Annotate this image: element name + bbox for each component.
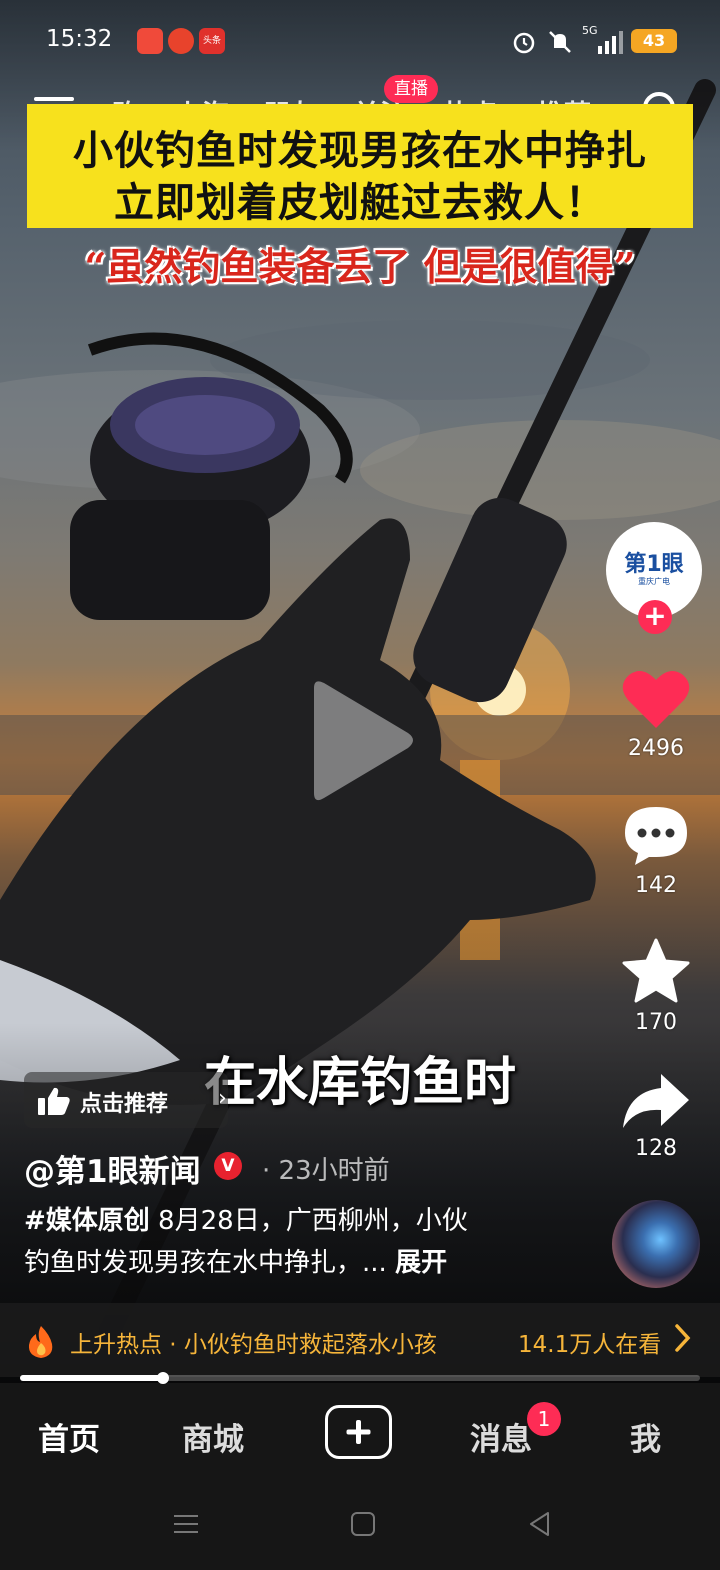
favorite-button[interactable]: 170 (604, 938, 708, 1035)
tab-mall[interactable]: 商城 (182, 1414, 244, 1459)
recommend-button[interactable]: 点击推荐 › (24, 1072, 228, 1128)
live-badge[interactable]: 直播 (384, 75, 438, 103)
status-bar: 15:32 头条 5G 43 (0, 22, 720, 62)
like-button[interactable]: 2496 (604, 668, 708, 761)
comment-icon (625, 807, 687, 865)
share-count: 128 (635, 1136, 677, 1161)
video-title-banner: 小伙钓鱼时发现男孩在水中挣扎 立即划着皮划艇过去救人！ (27, 104, 693, 228)
messages-badge: 1 (527, 1402, 561, 1436)
video-description[interactable]: #媒体原创 8月28日，广西柳州，小伙 钓鱼时发现男孩在水中挣扎，... 展开 (24, 1200, 544, 1284)
playback-progress[interactable] (20, 1372, 700, 1384)
video-title-line-1: 小伙钓鱼时发现男孩在水中挣扎 (73, 127, 647, 174)
post-time: · 23小时前 (262, 1156, 390, 1186)
back-icon[interactable] (526, 1510, 554, 1538)
battery-indicator: 43 (631, 29, 677, 53)
comment-button[interactable]: 142 (604, 805, 708, 898)
chevron-right-icon: › (218, 1086, 227, 1111)
star-icon (622, 938, 690, 1003)
share-button[interactable]: 128 (604, 1072, 708, 1161)
description-line-2: 钓鱼时发现男孩在水中挣扎，... (24, 1248, 396, 1278)
alarm-icon (513, 32, 535, 54)
signal-icon (598, 31, 623, 54)
author-name[interactable]: @第1眼新闻 (24, 1146, 201, 1191)
share-icon (623, 1074, 689, 1128)
progress-handle[interactable] (156, 1372, 169, 1384)
heart-icon (622, 671, 690, 728)
play-icon[interactable] (300, 678, 420, 808)
mute-icon (549, 31, 571, 53)
avatar-logo-sub: 重庆广电 (638, 576, 670, 586)
video-quote: “虽然钓鱼装备丢了 但是很值得” (84, 244, 636, 289)
app-notification-icon (137, 28, 163, 54)
tab-home[interactable]: 首页 (38, 1414, 100, 1459)
system-navigation-bar (0, 1482, 720, 1570)
toutiao-notification-icon: 头条 (199, 28, 225, 54)
verified-badge: V (214, 1152, 242, 1180)
recommend-label: 点击推荐 (80, 1092, 169, 1117)
bottom-tab-bar: 首页 商城 消息 1 我 (0, 1386, 720, 1482)
description-line-1: 8月28日，广西柳州，小伙 (149, 1206, 468, 1236)
follow-button[interactable]: + (638, 600, 672, 634)
home-icon[interactable] (349, 1510, 377, 1538)
thumbs-up-icon (38, 1087, 70, 1115)
like-count: 2496 (628, 736, 684, 761)
viewer-count: 14.1万人在看 (518, 1332, 662, 1358)
chevron-right-icon (675, 1324, 691, 1352)
tab-me[interactable]: 我 (630, 1414, 661, 1459)
bilibili-notification-icon (168, 28, 194, 54)
video-title-line-2: 立即划着皮划艇过去救人！ (114, 179, 606, 226)
hashtag[interactable]: #媒体原创 (24, 1206, 150, 1236)
favorite-count: 170 (635, 1010, 677, 1035)
trending-bar[interactable]: 上升热点 · 小伙钓鱼时救起落水小孩 14.1万人在看 (0, 1303, 720, 1377)
plus-icon (346, 1420, 371, 1444)
status-time: 15:32 (46, 26, 113, 52)
fire-icon (28, 1326, 53, 1358)
tab-messages[interactable]: 消息 (470, 1414, 532, 1459)
avatar-logo-text: 第1眼 (624, 551, 684, 577)
comment-count: 142 (635, 873, 677, 898)
expand-button[interactable]: 展开 (395, 1248, 447, 1278)
create-button[interactable] (325, 1405, 392, 1459)
music-disc[interactable] (612, 1200, 700, 1288)
recent-apps-icon[interactable] (172, 1510, 200, 1538)
progress-fill (20, 1375, 163, 1381)
trending-topic: 上升热点 · 小伙钓鱼时救起落水小孩 (70, 1332, 437, 1358)
